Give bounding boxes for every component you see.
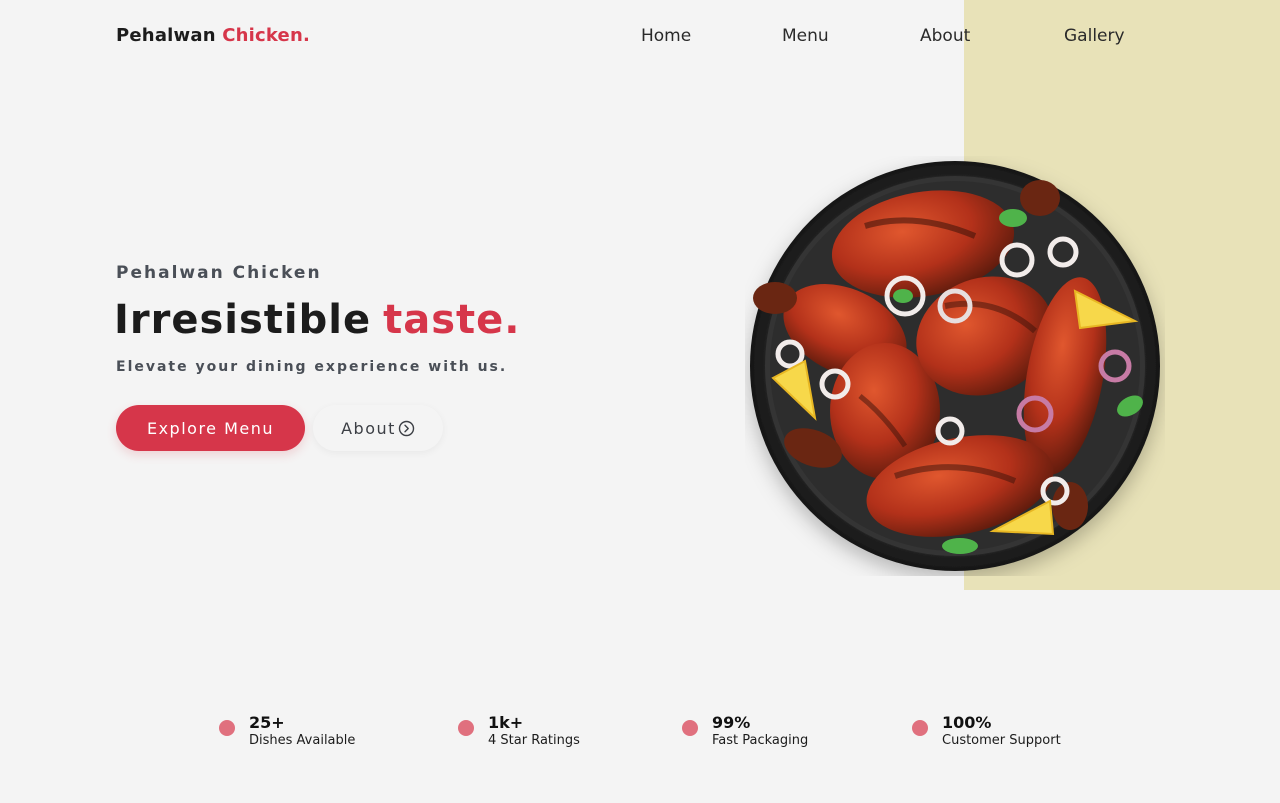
nav-about[interactable]: About <box>920 26 970 46</box>
about-button-label: About <box>341 418 396 438</box>
nav-menu[interactable]: Menu <box>782 26 829 46</box>
stat-label: 4 Star Ratings <box>488 733 580 748</box>
main-nav: Home Menu About Gallery <box>0 26 1280 50</box>
stat-label: Customer Support <box>942 733 1061 748</box>
hero-subtitle: Elevate your dining experience with us. <box>116 359 508 375</box>
hero-eyebrow: Pehalwan Chicken <box>116 263 322 283</box>
explore-menu-label: Explore Menu <box>146 418 275 438</box>
plate-of-tandoori-chicken-image <box>745 156 1165 576</box>
stat-dot <box>219 720 235 736</box>
about-button[interactable]: About <box>313 405 443 451</box>
stat-dot <box>682 720 698 736</box>
stat-dot <box>458 720 474 736</box>
hero-title-accent: taste. <box>383 297 521 343</box>
stat-label: Fast Packaging <box>712 733 809 748</box>
stat-dot <box>912 720 928 736</box>
stat-value: 25+ <box>249 713 285 732</box>
nav-gallery[interactable]: Gallery <box>1064 26 1125 46</box>
stat-label: Dishes Available <box>249 733 356 748</box>
chevron-right-circle-icon <box>398 420 415 437</box>
stat-value: 100% <box>942 713 992 732</box>
nav-home[interactable]: Home <box>641 26 691 46</box>
hero-title-main: Irresistible <box>114 297 372 343</box>
stat-value: 99% <box>712 713 751 732</box>
hero-title: Irresistible taste. <box>114 297 520 343</box>
stat-value: 1k+ <box>488 713 524 732</box>
explore-menu-button[interactable]: Explore Menu <box>116 405 305 451</box>
stats-bar: 25+ Dishes Available 1k+ 4 Star Ratings … <box>0 713 1280 753</box>
